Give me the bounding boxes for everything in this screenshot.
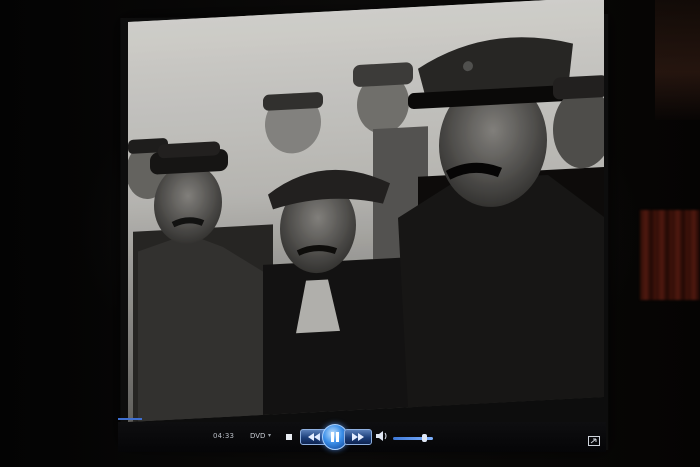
next-button[interactable] [344, 429, 372, 445]
volume-thumb[interactable] [422, 434, 427, 442]
fullscreen-icon [588, 436, 600, 446]
skip-next-icon [352, 433, 364, 441]
skip-previous-icon [308, 433, 320, 441]
source-menu[interactable]: DVD [250, 432, 265, 440]
speaker-icon [376, 431, 387, 441]
stop-button[interactable] [284, 432, 294, 442]
volume-slider[interactable] [393, 437, 433, 440]
red-curtain [640, 210, 700, 300]
seek-bar-progress[interactable] [118, 418, 142, 420]
chevron-down-icon[interactable]: ▾ [268, 432, 271, 439]
pause-icon [331, 432, 339, 442]
curtain-top [655, 0, 700, 120]
video-frame[interactable] [128, 0, 604, 423]
elapsed-time: 04:33 [213, 432, 235, 440]
mute-button[interactable] [376, 431, 388, 441]
stop-icon [286, 434, 292, 440]
fullscreen-button[interactable] [588, 436, 600, 446]
video-still [128, 0, 604, 423]
